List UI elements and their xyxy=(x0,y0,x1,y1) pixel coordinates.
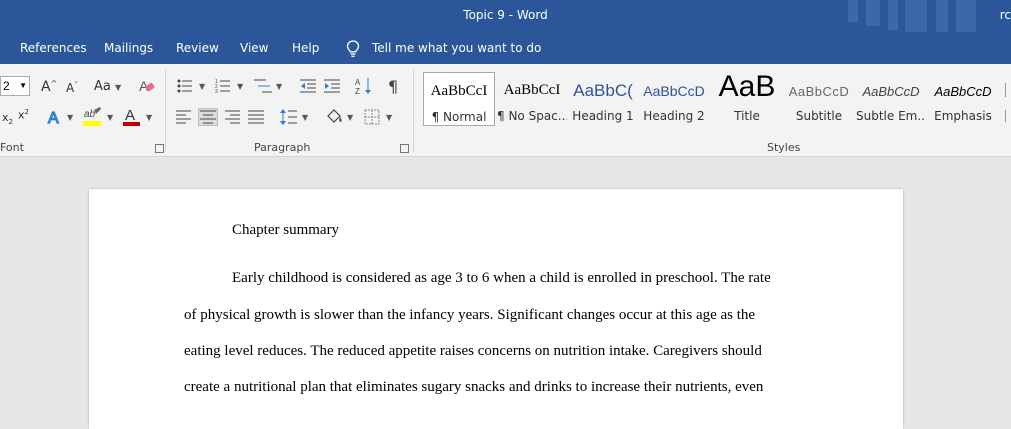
align-right-icon[interactable] xyxy=(224,110,240,124)
chevron-down-icon[interactable]: ▼ xyxy=(146,113,152,122)
change-case-label: Aa xyxy=(94,79,111,94)
grow-font-button[interactable]: A^ xyxy=(41,79,57,95)
group-separator xyxy=(165,70,166,152)
chevron-down-icon[interactable]: ▼ xyxy=(386,113,392,122)
chevron-down-icon[interactable]: ▼ xyxy=(107,113,113,122)
font-color-icon[interactable]: A xyxy=(122,106,142,128)
caret-up-icon: ^ xyxy=(50,79,58,88)
group-label-styles: Styles xyxy=(767,141,801,154)
style-label: Heading 2 xyxy=(643,109,705,123)
ribbon-tabs: References Mailings Review View Help Tel… xyxy=(0,32,1011,64)
style-label: ¶ Normal xyxy=(431,110,487,124)
user-name[interactable]: rc xyxy=(1000,8,1011,22)
style-normal[interactable]: AaBbCcI ¶ Normal xyxy=(423,72,495,126)
align-left-icon[interactable] xyxy=(176,110,192,124)
style-label: Heading 1 xyxy=(572,109,634,123)
document-heading: Chapter summary xyxy=(232,222,340,238)
shading-icon[interactable] xyxy=(324,107,344,127)
document-text-line: of physical growth is slower than the in… xyxy=(184,307,756,323)
sort-icon[interactable]: A Z xyxy=(355,77,373,95)
align-center-icon xyxy=(200,110,216,124)
document-text-line: eating level reduces. The reduced appeti… xyxy=(184,343,762,359)
style-sample: AaBbCcD xyxy=(643,83,705,99)
multilevel-list-icon[interactable] xyxy=(254,78,272,94)
tab-view[interactable]: View xyxy=(240,41,268,55)
svg-text:ab: ab xyxy=(84,109,96,120)
highlighter-icon[interactable]: ab xyxy=(82,106,104,128)
svg-text:Z: Z xyxy=(355,87,360,95)
chevron-down-icon: ▼ xyxy=(115,83,122,92)
style-sample: AaB xyxy=(718,70,776,103)
document-page[interactable]: Chapter summary Early childhood is consi… xyxy=(89,189,903,429)
bullets-icon[interactable] xyxy=(177,78,193,94)
clear-formatting-icon[interactable]: A xyxy=(138,77,156,95)
style-subtitle[interactable]: AaBbCcD Subtitle xyxy=(785,72,853,126)
svg-text:3: 3 xyxy=(215,89,218,94)
tab-help[interactable]: Help xyxy=(292,41,319,55)
numbering-icon[interactable]: 1 2 3 xyxy=(215,78,231,94)
style-label: Title xyxy=(734,109,760,123)
tell-me-search[interactable]: Tell me what you want to do xyxy=(372,41,541,55)
tab-mailings[interactable]: Mailings xyxy=(104,41,153,55)
lightbulb-icon[interactable] xyxy=(346,40,360,58)
shrink-font-button[interactable]: Aˇ xyxy=(66,81,78,95)
style-heading-1[interactable]: AaBbC( Heading 1 xyxy=(569,72,637,126)
grow-font-label: A xyxy=(41,79,51,95)
document-text-line: Early childhood is considered as age 3 t… xyxy=(232,270,771,286)
document-text-line: create a nutritional plan that eliminate… xyxy=(184,379,764,395)
style-gallery-edge xyxy=(1005,110,1006,122)
paragraph-dialog-launcher-icon[interactable] xyxy=(400,144,409,153)
title-bar: Topic 9 - Word rc xyxy=(0,0,1011,36)
borders-icon[interactable] xyxy=(364,109,380,125)
style-no-spacing[interactable]: AaBbCcI ¶ No Spac... xyxy=(497,72,567,126)
style-sample: AaBbCcD xyxy=(788,84,850,99)
increase-indent-icon[interactable] xyxy=(324,78,340,94)
justify-icon[interactable] xyxy=(248,110,264,124)
chevron-down-icon[interactable]: ▼ xyxy=(199,82,205,91)
style-emphasis[interactable]: AaBbCcD Emphasis xyxy=(928,72,998,126)
style-label: Subtitle xyxy=(795,109,843,123)
group-separator xyxy=(413,70,414,152)
style-sample: AaBbCcD xyxy=(934,84,992,99)
font-size-value: 2 xyxy=(3,79,10,93)
style-title[interactable]: AaB Title xyxy=(712,70,782,126)
style-label: Emphasis xyxy=(934,109,992,123)
style-label: Subtle Em... xyxy=(856,109,926,123)
chevron-down-icon[interactable]: ▼ xyxy=(67,113,73,122)
line-spacing-icon[interactable] xyxy=(280,108,298,126)
chevron-down-icon[interactable]: ▼ xyxy=(347,113,353,122)
style-sample: AaBbCcI xyxy=(503,82,561,98)
svg-text:A: A xyxy=(355,78,361,87)
font-dialog-launcher-icon[interactable] xyxy=(155,144,164,153)
subscript-button[interactable]: x2 xyxy=(2,111,13,126)
caret-down-icon: ˇ xyxy=(74,81,79,90)
style-sample: AaBbCcD xyxy=(862,84,920,99)
style-label: ¶ No Spac... xyxy=(497,109,567,123)
svg-text:A: A xyxy=(48,110,59,126)
chevron-down-icon[interactable]: ▼ xyxy=(302,113,308,122)
chevron-down-icon[interactable]: ▼ xyxy=(19,77,27,95)
decrease-indent-icon[interactable] xyxy=(300,78,316,94)
shrink-font-label: A xyxy=(66,81,75,95)
tab-review[interactable]: Review xyxy=(176,41,219,55)
pilcrow-icon[interactable]: ¶ xyxy=(388,77,398,96)
style-sample: AaBbCcI xyxy=(430,83,488,99)
superscript-button[interactable]: x2 xyxy=(18,108,29,122)
chevron-down-icon[interactable]: ▼ xyxy=(276,82,282,91)
tab-references[interactable]: References xyxy=(20,41,87,55)
style-heading-2[interactable]: AaBbCcD Heading 2 xyxy=(641,72,707,126)
style-gallery-edge xyxy=(1005,83,1006,97)
style-subtle-emphasis[interactable]: AaBbCcD Subtle Em... xyxy=(856,72,926,126)
font-size-box[interactable]: 2 ▼ xyxy=(0,76,30,96)
window-title: Topic 9 - Word xyxy=(463,8,548,22)
chevron-down-icon[interactable]: ▼ xyxy=(237,82,243,91)
group-label-paragraph: Paragraph xyxy=(254,141,311,154)
svg-text:A: A xyxy=(125,107,135,124)
change-case-button[interactable]: Aa ▼ xyxy=(94,79,121,94)
style-sample: AaBbC( xyxy=(573,81,633,100)
text-effects-icon[interactable]: A xyxy=(46,108,64,126)
group-label-font: Font xyxy=(0,141,24,154)
